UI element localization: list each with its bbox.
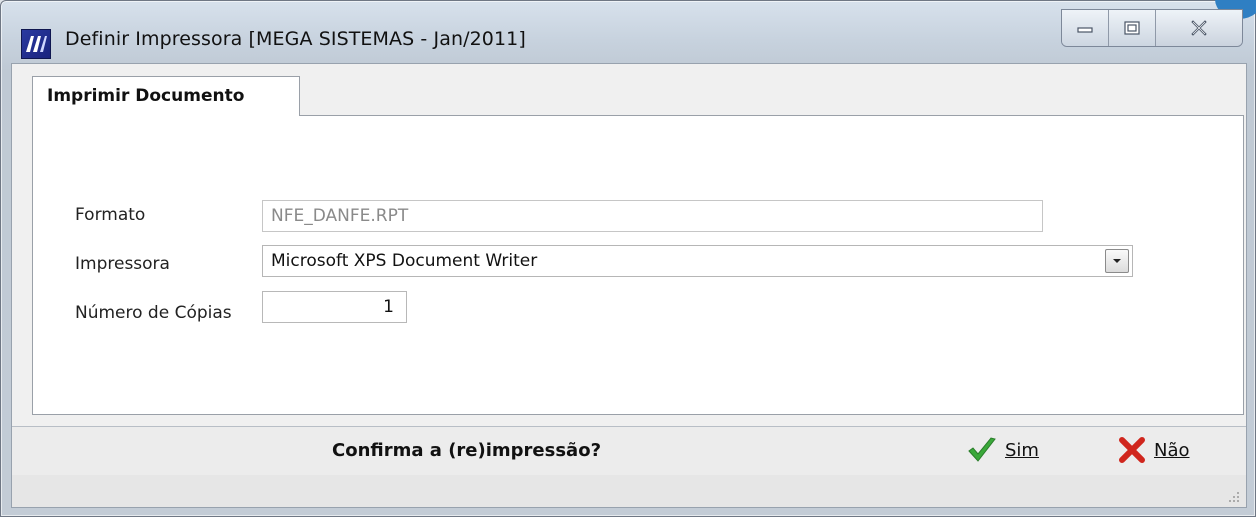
nao-button[interactable]: Não	[1118, 433, 1190, 467]
close-icon	[1191, 20, 1207, 36]
mega-logo-icon	[21, 29, 51, 59]
formato-label: Formato	[75, 205, 146, 225]
x-icon	[1119, 437, 1145, 463]
dialog-window: Definir Impressora [MEGA SISTEMAS - Jan/…	[0, 0, 1256, 517]
minimize-button[interactable]	[1062, 10, 1109, 46]
tab-panel: Formato NFE_DANFE.RPT Impressora Microso…	[32, 115, 1244, 415]
close-button[interactable]	[1156, 10, 1242, 46]
status-bar	[12, 475, 1246, 507]
maximize-icon	[1124, 21, 1140, 35]
dialog-body: Imprimir Documento Formato NFE_DANFE.RPT…	[11, 63, 1247, 508]
dropdown-button[interactable]	[1105, 249, 1129, 273]
impressora-label: Impressora	[75, 254, 170, 274]
chevron-down-icon	[1113, 259, 1121, 263]
tab-imprimir-documento[interactable]: Imprimir Documento	[32, 76, 300, 116]
minimize-icon	[1077, 27, 1093, 33]
impressora-select-value: Microsoft XPS Document Writer	[271, 251, 538, 271]
check-icon	[968, 437, 996, 462]
copias-input[interactable]: 1	[262, 291, 407, 323]
sim-label: Sim	[1005, 439, 1039, 461]
impressora-select[interactable]: Microsoft XPS Document Writer	[262, 245, 1133, 277]
resize-grip-icon[interactable]	[1228, 491, 1240, 503]
maximize-button[interactable]	[1109, 10, 1156, 46]
formato-field: NFE_DANFE.RPT	[262, 200, 1043, 232]
sim-button[interactable]: Sim	[967, 433, 1039, 467]
window-title: Definir Impressora [MEGA SISTEMAS - Jan/…	[65, 28, 526, 50]
footer-bar: Confirma a (re)impressão? Sim Não	[12, 426, 1246, 476]
confirm-question: Confirma a (re)impressão?	[332, 440, 602, 461]
caption-buttons	[1061, 9, 1243, 47]
copias-label: Número de Cópias	[75, 303, 232, 323]
title-bar[interactable]: Definir Impressora [MEGA SISTEMAS - Jan/…	[1, 1, 1255, 63]
nao-label: Não	[1154, 439, 1190, 461]
